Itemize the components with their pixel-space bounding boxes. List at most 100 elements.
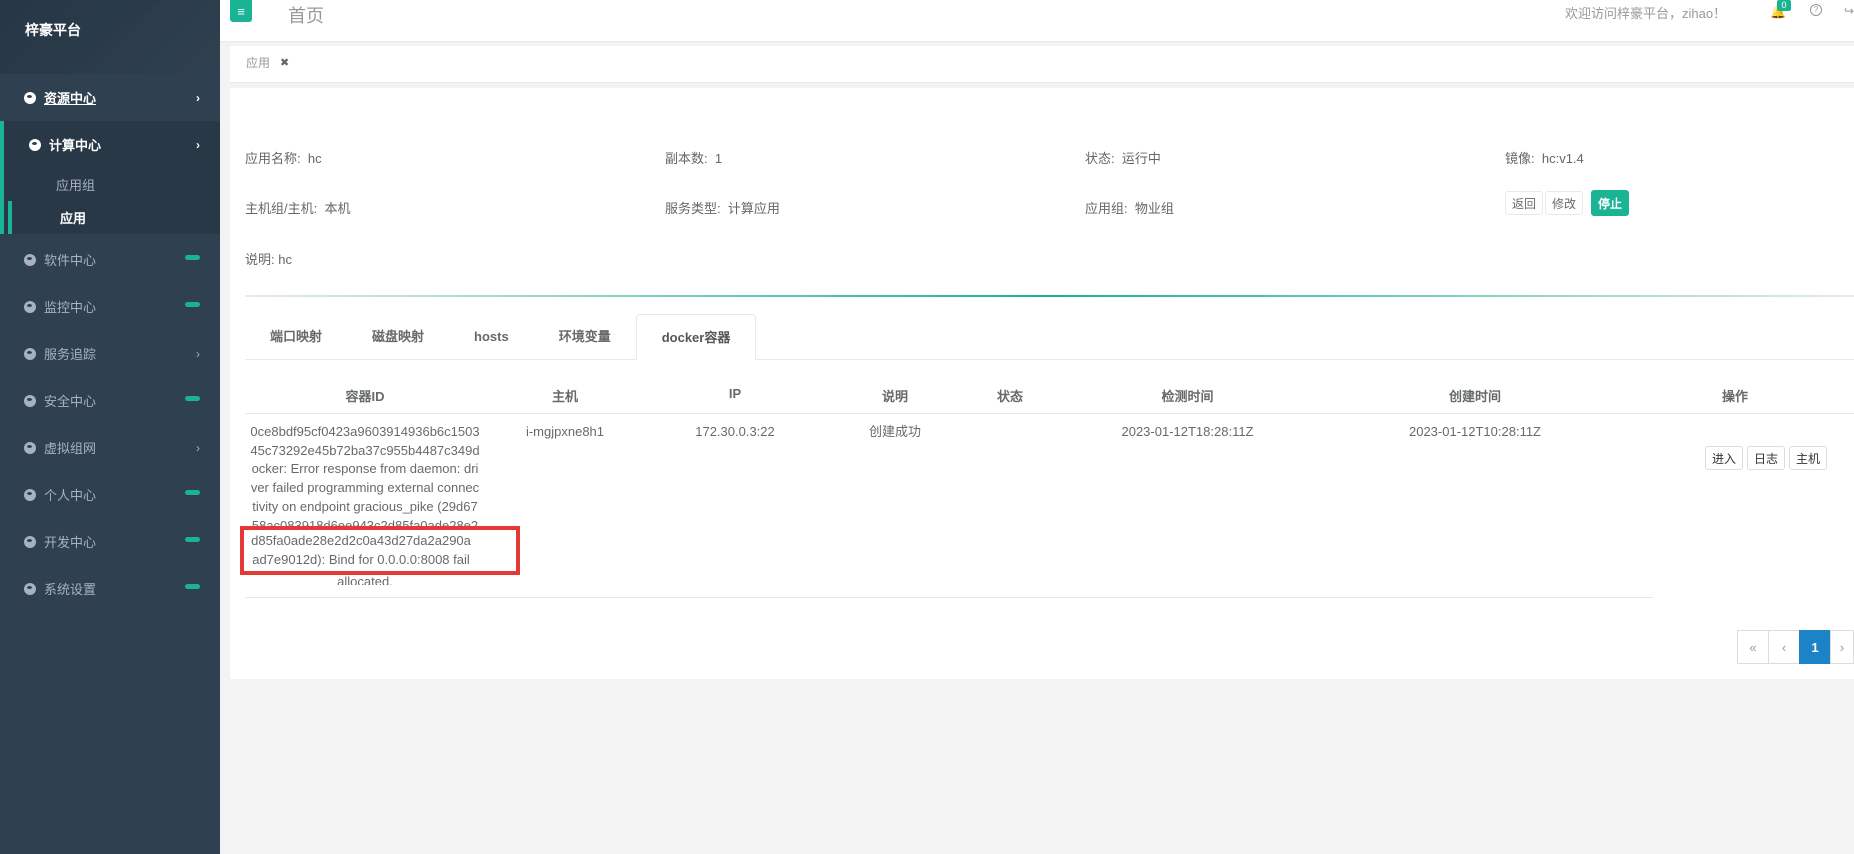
chevron-right-icon: › [196,137,200,152]
info-host: 主机组/主机: 本机 [245,198,350,217]
table-header-line [245,413,1854,414]
sidebar-item-label: 监控中心 [44,300,97,315]
brand-area: 梓豪平台 [0,0,220,74]
tab-disk-mapping[interactable]: 磁盘映射 [347,314,449,360]
globe-icon [24,394,36,407]
globe-icon [24,347,36,360]
logout-icon[interactable]: ↪ [1844,4,1854,18]
cell-create-time: 2023-01-12T10:28:11Z [1408,424,1542,439]
column-header-ops: 操作 [1721,389,1748,404]
status-pill [185,301,200,307]
welcome-text: 欢迎访问梓豪平台，zihao！ [1565,6,1727,21]
sidebar-group-compute: 计算中心 › 应用组 应用 [0,121,220,234]
page-tab-app[interactable]: 应用 ✖ [246,54,289,71]
close-icon[interactable]: ✖ [280,56,289,69]
globe-icon [29,138,41,151]
section-divider [245,295,1854,297]
log-button[interactable]: 日志 [1747,446,1786,470]
info-label: 应用组: [1085,201,1128,216]
brand-title: 梓豪平台 [25,22,81,38]
sidebar-item-monitor[interactable]: 监控中心 [0,283,220,330]
info-status: 状态: 运行中 [1085,148,1161,167]
info-value: 计算应用 [727,201,780,216]
info-label: 副本数: [665,151,708,166]
tab-docker-containers[interactable]: docker容器 [635,314,757,360]
sidebar-item-label: 开发中心 [44,535,97,550]
sidebar-item-vnet[interactable]: 虚拟组网 › [0,424,220,471]
cell-ip: 172.30.0.3:22 [695,424,775,439]
sidebar-item-resource[interactable]: 资源中心 › [0,74,220,121]
sidebar-item-compute[interactable]: 计算中心 › [4,121,220,168]
top-bar: ≡ 首页 欢迎访问梓豪平台，zihao！ 🔔 0 ? ↪ [220,0,1854,42]
status-pill [185,254,200,260]
status-pill [185,395,200,401]
sidebar-item-dev[interactable]: 开发中心 [0,518,220,565]
status-pill [185,536,200,542]
info-value: 本机 [324,201,351,216]
enter-button[interactable]: 进入 [1705,446,1744,470]
cell-desc: 创建成功 [868,424,921,439]
info-service-type: 服务类型: 计算应用 [665,198,780,217]
column-header-status: 状态 [996,389,1023,404]
globe-icon [24,91,36,104]
page-1-button[interactable]: 1 [1799,630,1831,664]
sidebar-subitem-app-group[interactable]: 应用组 [4,168,220,201]
tab-env-vars[interactable]: 环境变量 [534,314,636,360]
help-icon[interactable]: ? [1810,4,1822,16]
tab-port-mapping[interactable]: 端口映射 [245,314,347,360]
back-button[interactable]: 返回 [1505,191,1544,215]
column-header-desc: 说明 [881,389,908,404]
page-tab-strip: 应用 ✖ [230,46,1854,83]
page-first-button[interactable]: « [1737,630,1769,664]
column-header-check-time: 检测时间 [1161,389,1214,404]
edit-button[interactable]: 修改 [1545,191,1584,215]
table-row-line [245,597,1653,598]
sidebar-item-label: 服务追踪 [44,347,97,362]
info-app-group: 应用组: 物业组 [1085,198,1174,217]
pagination: « ‹ 1 › [1737,630,1854,664]
sidebar: 梓豪平台 资源中心 › 计算中心 › 应用组 应用 软件中心 监控中心 服务追踪… [0,0,220,854]
page-title: 首页 [288,6,324,26]
sidebar-nav: 资源中心 › 计算中心 › 应用组 应用 软件中心 监控中心 服务追踪 › 安全… [0,74,220,612]
info-label: 应用名称: [245,151,301,166]
info-description: 说明: hc [245,249,292,268]
globe-icon [24,441,36,454]
hamburger-icon: ≡ [237,3,245,19]
error-highlight-text: d85fa0ade28e2d2c0a43d27da2a290a ad7e9012… [248,532,474,569]
chevron-right-icon: › [196,346,200,361]
status-pill [185,583,200,589]
column-header-host: 主机 [551,389,578,404]
page-prev-button[interactable]: ‹ [1768,630,1800,664]
sidebar-item-label: 虚拟组网 [44,441,97,456]
host-button[interactable]: 主机 [1789,446,1828,470]
app-detail-panel: 应用名称: hc 副本数: 1 状态: 运行中 镜像: hc:v1.4 主机组/… [230,88,1854,679]
info-label: 主机组/主机: [245,201,318,216]
sidebar-item-tracing[interactable]: 服务追踪 › [0,330,220,377]
sidebar-item-personal[interactable]: 个人中心 [0,471,220,518]
sidebar-item-security[interactable]: 安全中心 [0,377,220,424]
sidebar-item-software[interactable]: 软件中心 [0,236,220,283]
info-value: hc [307,151,322,166]
globe-icon [24,300,36,313]
info-label: 说明: [245,252,275,267]
tab-hosts[interactable]: hosts [449,314,534,360]
sidebar-item-settings[interactable]: 系统设置 [0,565,220,612]
info-label: 服务类型: [665,201,721,216]
column-header-container-id: 容器ID [345,389,385,404]
highlight-line: d85fa0ade28e2d2c0a43d27da2a290a [251,533,471,548]
info-value: hc:v1.4 [1541,151,1584,166]
sidebar-item-label: 计算中心 [49,138,102,153]
menu-toggle-button[interactable]: ≡ [230,0,252,22]
stop-button[interactable]: 停止 [1591,190,1630,216]
sidebar-subitem-app[interactable]: 应用 [4,201,220,234]
info-value: 物业组 [1134,201,1174,216]
page-tab-label: 应用 [246,56,271,70]
info-label: 镜像: [1505,151,1535,166]
info-image: 镜像: hc:v1.4 [1505,148,1584,167]
info-value: 运行中 [1121,151,1161,166]
page-next-button[interactable]: › [1830,630,1854,664]
info-replicas: 副本数: 1 [665,148,722,167]
cell-check-time: 2023-01-12T18:28:11Z [1121,424,1254,439]
sidebar-item-label: 资源中心 [44,91,97,106]
cell-host: i-mgjpxne8h1 [525,424,605,439]
